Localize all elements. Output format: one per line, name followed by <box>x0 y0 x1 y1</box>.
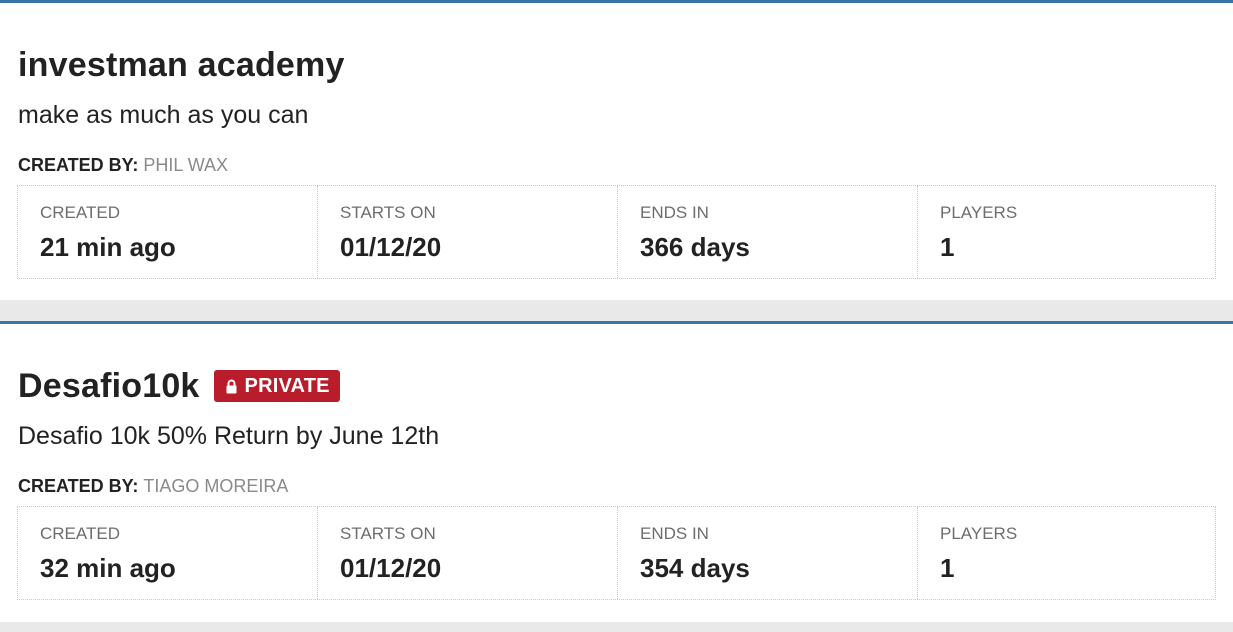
private-badge: PRIVATE <box>213 370 340 402</box>
stat-label: PLAYERS <box>940 524 1018 543</box>
challenge-stats: CREATED 21 min ago STARTS ON 01/12/20 EN… <box>17 185 1216 279</box>
stat-label: ENDS IN <box>640 524 709 543</box>
created-by-label: CREATED BY: <box>18 476 139 496</box>
challenge-description: make as much as you can <box>18 101 309 129</box>
stat-label: CREATED <box>40 203 120 222</box>
stat-players: PLAYERS 1 <box>918 507 1215 599</box>
challenge-stats: CREATED 32 min ago STARTS ON 01/12/20 EN… <box>17 506 1216 600</box>
stat-label: CREATED <box>40 524 120 543</box>
stat-ends-in: ENDS IN 366 days <box>618 186 918 278</box>
lock-icon <box>226 379 237 393</box>
creator-name: TIAGO MOREIRA <box>143 476 289 496</box>
stat-players: PLAYERS 1 <box>918 186 1215 278</box>
challenge-title[interactable]: Desafio10k <box>18 367 200 406</box>
challenge-title[interactable]: investman academy <box>18 46 345 85</box>
stat-value: 366 days <box>640 232 750 262</box>
stat-label: PLAYERS <box>940 203 1018 222</box>
stat-label: ENDS IN <box>640 203 709 222</box>
challenge-title-row: investman academy <box>18 45 345 85</box>
stat-value: 1 <box>940 232 955 262</box>
stat-value: 01/12/20 <box>340 232 442 262</box>
private-badge-label: PRIVATE <box>244 374 330 397</box>
stat-ends-in: ENDS IN 354 days <box>618 507 918 599</box>
created-by: CREATED BY: TIAGO MOREIRA <box>18 476 288 497</box>
creator-name: PHIL WAX <box>143 155 229 175</box>
created-by-label: CREATED BY: <box>18 155 139 175</box>
stat-starts-on: STARTS ON 01/12/20 <box>318 507 618 599</box>
stat-value: 01/12/20 <box>340 553 442 583</box>
stat-value: 32 min ago <box>40 553 176 583</box>
stat-label: STARTS ON <box>340 524 436 543</box>
stat-starts-on: STARTS ON 01/12/20 <box>318 186 618 278</box>
challenge-card[interactable]: investman academy make as much as you ca… <box>0 0 1233 300</box>
challenge-description: Desafio 10k 50% Return by June 12th <box>18 422 440 450</box>
stat-label: STARTS ON <box>340 203 436 222</box>
stat-created: CREATED 32 min ago <box>18 507 318 599</box>
stat-value: 1 <box>940 553 955 583</box>
stat-value: 354 days <box>640 553 750 583</box>
stat-value: 21 min ago <box>40 232 176 262</box>
challenge-card[interactable]: Desafio10k PRIVATE Desafio 10k 50% Retur… <box>0 321 1233 622</box>
created-by: CREATED BY: PHIL WAX <box>18 155 228 176</box>
stat-created: CREATED 21 min ago <box>18 186 318 278</box>
challenge-title-row: Desafio10k PRIVATE <box>18 366 340 406</box>
